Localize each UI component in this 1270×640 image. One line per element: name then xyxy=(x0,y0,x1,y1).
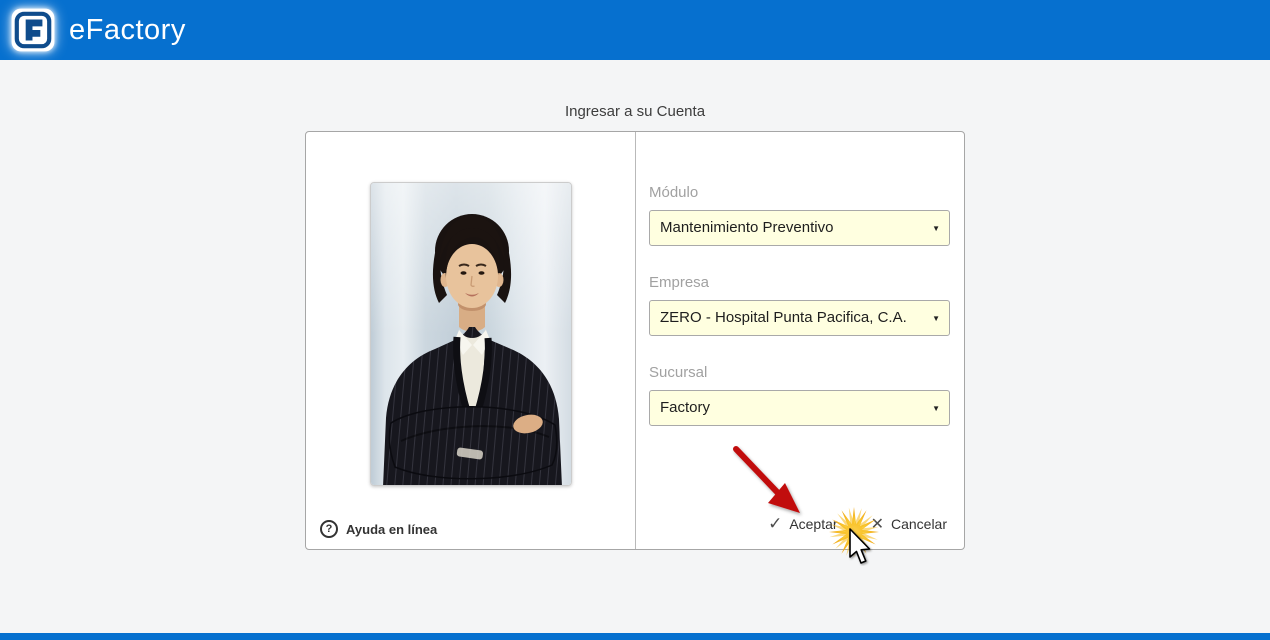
efactory-logo-icon xyxy=(10,7,56,53)
brand-title: eFactory xyxy=(69,14,186,47)
dropdown-caret-icon: ▼ xyxy=(932,211,940,247)
dropdown-caret-icon: ▼ xyxy=(932,391,940,427)
empresa-label: Empresa xyxy=(649,274,950,291)
modulo-value: Mantenimiento Preventivo xyxy=(660,219,833,236)
sucursal-label: Sucursal xyxy=(649,364,950,381)
accept-button-label: Aceptar xyxy=(789,516,837,532)
x-icon: ✕ xyxy=(871,514,884,534)
help-link-label: Ayuda en línea xyxy=(346,522,437,537)
dialog-buttons: ✓ Aceptar ✕ Cancelar xyxy=(768,514,947,534)
page-title: Ingresar a su Cuenta xyxy=(0,103,1270,120)
dropdown-caret-icon: ▼ xyxy=(932,301,940,337)
bottom-bar xyxy=(0,633,1270,640)
form-panel: Módulo Mantenimiento Preventivo ▼ Empres… xyxy=(636,132,964,549)
empresa-select[interactable]: ZERO - Hospital Punta Pacifica, C.A. ▼ xyxy=(649,300,950,336)
login-card: ? Ayuda en línea Módulo Mantenimiento Pr… xyxy=(305,131,965,550)
photo-panel: ? Ayuda en línea xyxy=(306,132,636,549)
modulo-select[interactable]: Mantenimiento Preventivo ▼ xyxy=(649,210,950,246)
cancel-button-label: Cancelar xyxy=(891,516,947,532)
cancel-button[interactable]: ✕ Cancelar xyxy=(871,514,947,534)
modulo-label: Módulo xyxy=(649,184,950,201)
help-link[interactable]: ? Ayuda en línea xyxy=(320,520,437,538)
sucursal-select[interactable]: Factory ▼ xyxy=(649,390,950,426)
help-icon: ? xyxy=(320,520,338,538)
check-icon: ✓ xyxy=(768,514,782,534)
accept-button[interactable]: ✓ Aceptar xyxy=(768,514,838,534)
app-header: eFactory xyxy=(0,0,1270,60)
empresa-value: ZERO - Hospital Punta Pacifica, C.A. xyxy=(660,309,907,326)
sucursal-value: Factory xyxy=(660,399,710,416)
user-photo xyxy=(370,182,572,486)
